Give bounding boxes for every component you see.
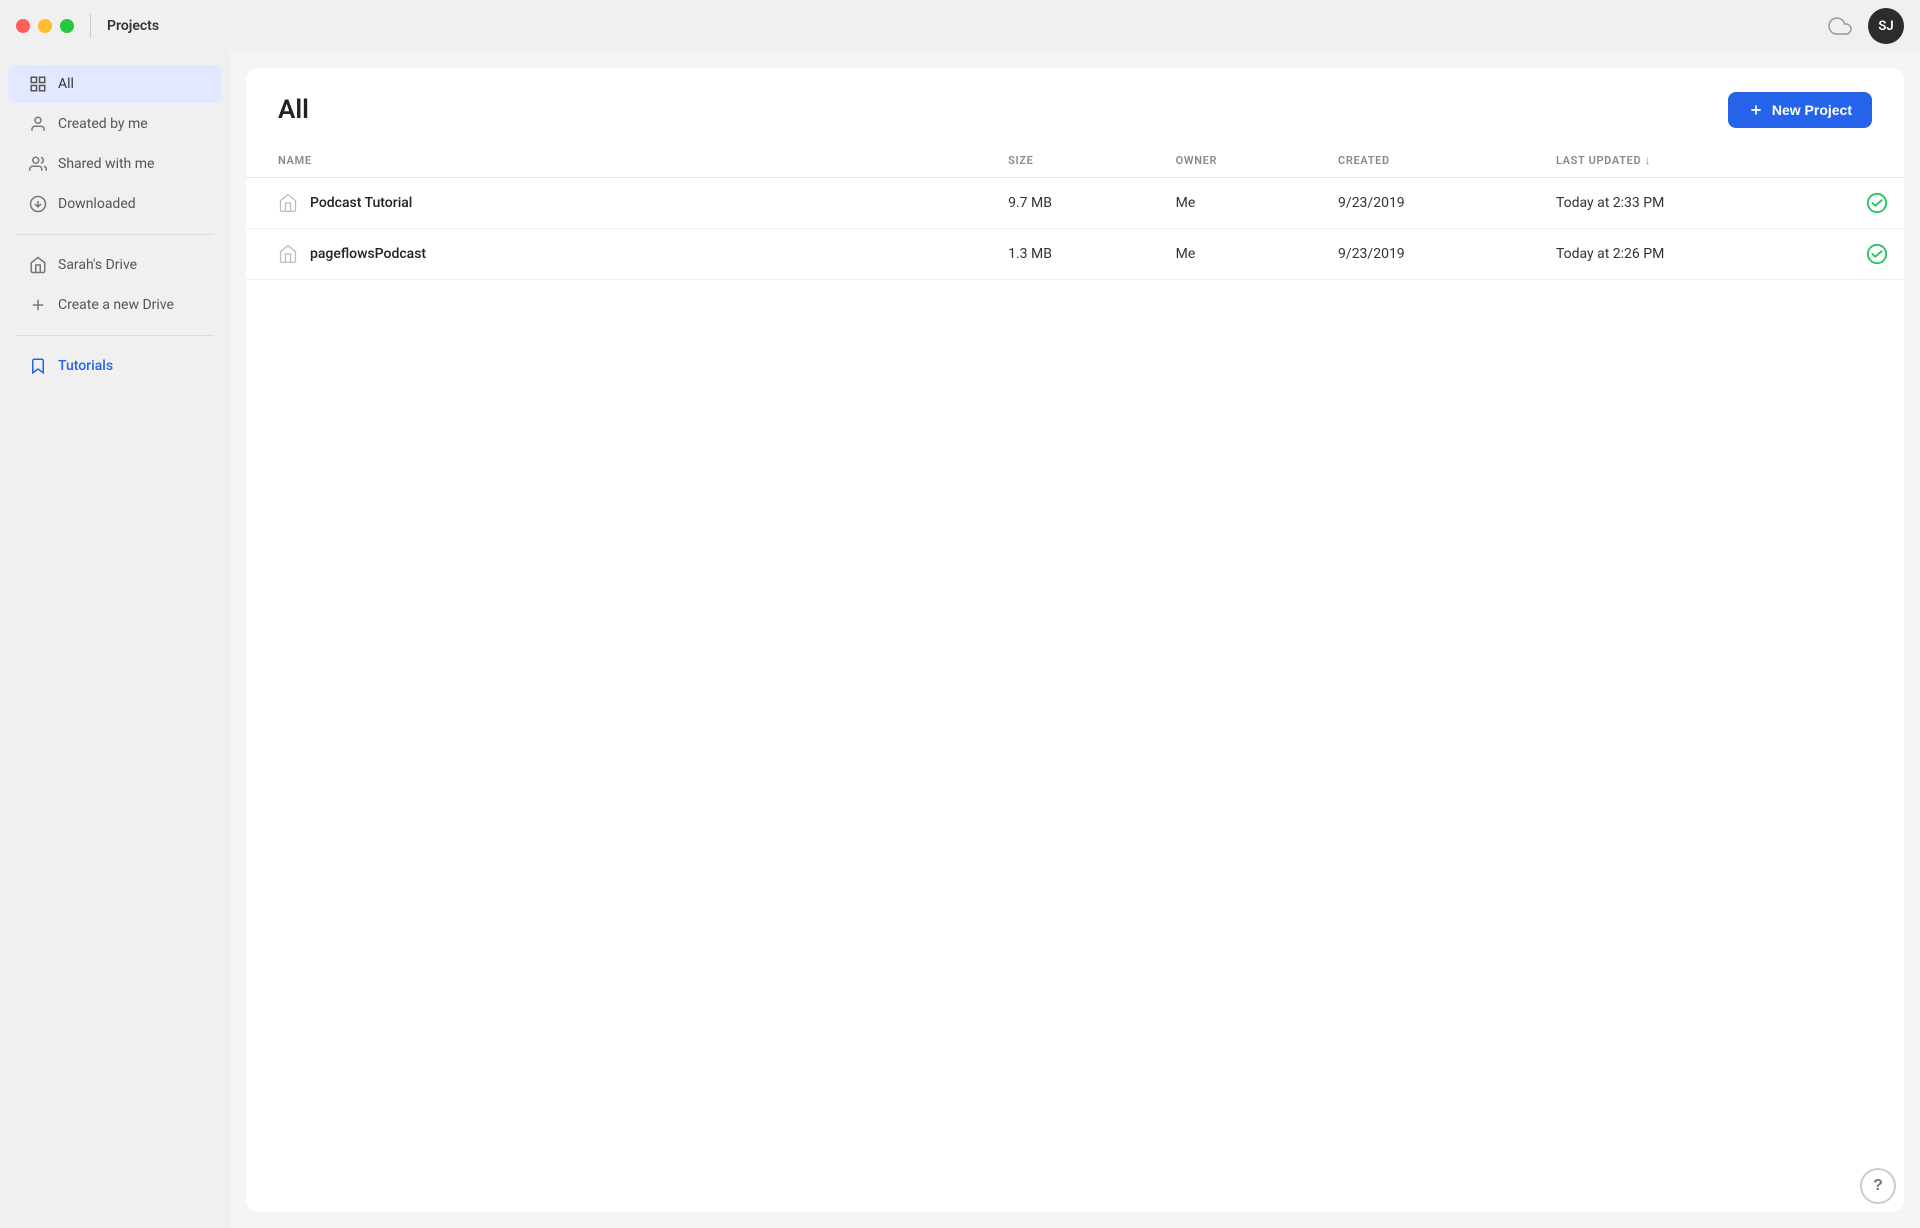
sidebar-item-all-label: All [58,76,74,92]
project-icon [278,193,298,213]
row2-name-cell: pageflowsPodcast [246,229,992,280]
content-area: All New Project NAME [230,52,1920,1228]
sidebar-divider-2 [16,335,214,336]
row2-last-updated: Today at 2:26 PM [1540,229,1850,280]
projects-table-container: NAME SIZE OWNER CREATED [246,144,1904,1212]
row2-status [1850,229,1904,280]
sidebar: All Created by me Shared with me [0,52,230,1228]
col-last-updated[interactable]: LAST UPDATED ↓ [1540,144,1850,178]
sidebar-item-created-label: Created by me [58,116,148,132]
plus-icon [1748,102,1764,118]
plus-icon [28,295,48,315]
titlebar: Projects SJ [0,0,1920,52]
row2-size: 1.3 MB [992,229,1160,280]
col-name: NAME [246,144,992,178]
home-icon [28,255,48,275]
synced-icon [1866,192,1888,214]
col-status [1850,144,1904,178]
create-drive-label: Create a new Drive [58,297,174,313]
main-layout: All Created by me Shared with me [0,52,1920,1228]
share-icon [28,154,48,174]
maximize-button[interactable] [60,19,74,33]
user-avatar[interactable]: SJ [1868,8,1904,44]
sidebar-item-shared-label: Shared with me [58,156,154,172]
titlebar-actions: SJ [1828,8,1904,44]
sidebar-divider [16,234,214,235]
close-button[interactable] [16,19,30,33]
titlebar-separator [90,14,91,38]
synced-icon [1866,243,1888,265]
row2-created: 9/23/2019 [1322,229,1540,280]
cloud-icon[interactable] [1828,14,1852,38]
sidebar-item-all[interactable]: All [8,65,222,103]
row1-size: 9.7 MB [992,178,1160,229]
sidebar-item-downloaded-label: Downloaded [58,196,136,212]
table-row[interactable]: pageflowsPodcast 1.3 MB Me 9/23/2019 Tod… [246,229,1904,280]
table-header: NAME SIZE OWNER CREATED [246,144,1904,178]
content-inner: All New Project NAME [246,68,1904,1212]
sidebar-item-create-drive[interactable]: Create a new Drive [8,286,222,324]
col-created: CREATED [1322,144,1540,178]
row1-last-updated: Today at 2:33 PM [1540,178,1850,229]
list-icon [28,74,48,94]
page-title: All [278,95,309,125]
col-owner: OWNER [1160,144,1322,178]
sidebar-item-tutorials[interactable]: Tutorials [8,347,222,385]
row2-owner: Me [1160,229,1322,280]
table-body: Podcast Tutorial 9.7 MB Me 9/23/2019 Tod… [246,178,1904,280]
user-icon [28,114,48,134]
minimize-button[interactable] [38,19,52,33]
app-title: Projects [107,18,1828,34]
col-size: SIZE [992,144,1160,178]
row2-project-name: pageflowsPodcast [310,246,426,262]
row1-project-name: Podcast Tutorial [310,195,412,211]
content-header: All New Project [246,68,1904,144]
sidebar-item-shared-with-me[interactable]: Shared with me [8,145,222,183]
projects-table: NAME SIZE OWNER CREATED [246,144,1904,280]
row1-status [1850,178,1904,229]
row1-created: 9/23/2019 [1322,178,1540,229]
traffic-lights [16,19,74,33]
bookmark-icon [28,356,48,376]
new-project-button[interactable]: New Project [1728,92,1872,128]
row1-owner: Me [1160,178,1322,229]
help-button[interactable]: ? [1860,1168,1896,1204]
download-icon [28,194,48,214]
sidebar-item-created-by-me[interactable]: Created by me [8,105,222,143]
sidebar-item-downloaded[interactable]: Downloaded [8,185,222,223]
table-row[interactable]: Podcast Tutorial 9.7 MB Me 9/23/2019 Tod… [246,178,1904,229]
sidebar-item-drive-label: Sarah's Drive [58,257,137,273]
new-project-label: New Project [1772,102,1852,118]
tutorials-label: Tutorials [58,358,113,374]
project-icon [278,244,298,264]
sidebar-item-sarahs-drive[interactable]: Sarah's Drive [8,246,222,284]
row1-name-cell: Podcast Tutorial [246,178,992,229]
